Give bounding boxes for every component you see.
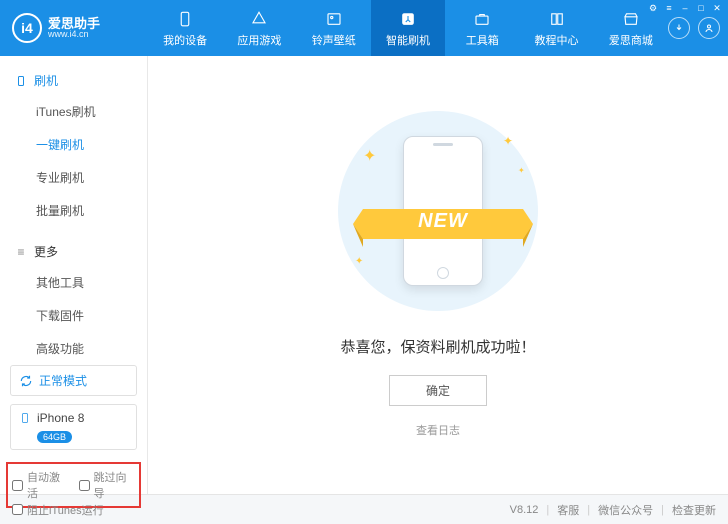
brand-url: www.i4.cn	[48, 30, 100, 39]
toolbox-icon	[472, 9, 492, 29]
lines-icon: ≡	[14, 245, 28, 259]
nav-label: 工具箱	[466, 32, 499, 48]
sidebar: 刷机 iTunes刷机 一键刷机 专业刷机 批量刷机 ≡ 更多 其他工具 下载固…	[0, 56, 148, 494]
nav-label: 智能刷机	[386, 32, 430, 48]
device-phone-icon	[19, 411, 31, 425]
book-icon	[547, 9, 567, 29]
check-label: 跳过向导	[94, 469, 136, 501]
logo-icon: i4	[12, 13, 42, 43]
nav-label: 我的设备	[163, 32, 207, 48]
nav-ringtones[interactable]: 铃声壁纸	[297, 0, 371, 56]
nav-toolbox[interactable]: 工具箱	[445, 0, 519, 56]
wechat-link[interactable]: 微信公众号	[598, 502, 653, 518]
sidebar-item-advanced[interactable]: 高级功能	[0, 332, 147, 365]
sidebar-section-label: 刷机	[34, 72, 58, 89]
mode-indicator[interactable]: 正常模式	[10, 365, 137, 396]
nav-apps[interactable]: 应用游戏	[222, 0, 296, 56]
support-link[interactable]: 客服	[557, 502, 579, 518]
nav-label: 教程中心	[535, 32, 579, 48]
nav-label: 应用游戏	[237, 32, 281, 48]
phone-icon	[175, 9, 195, 29]
nav-label: 爱思商城	[609, 32, 653, 48]
user-icon[interactable]	[698, 17, 720, 39]
ribbon-text: NEW	[353, 210, 533, 233]
maximize-icon[interactable]: □	[696, 3, 706, 13]
block-itunes-checkbox[interactable]: 阻止iTunes运行	[12, 502, 104, 518]
device-name: iPhone 8	[37, 411, 84, 425]
logo-area: i4 爱思助手 www.i4.cn	[0, 13, 148, 43]
store-icon	[621, 9, 641, 29]
sidebar-item-oneclick-flash[interactable]: 一键刷机	[0, 128, 147, 161]
sidebar-item-download-firmware[interactable]: 下载固件	[0, 299, 147, 332]
sidebar-item-other-tools[interactable]: 其他工具	[0, 266, 147, 299]
sidebar-item-batch-flash[interactable]: 批量刷机	[0, 194, 147, 227]
auto-activate-checkbox[interactable]: 自动激活	[12, 469, 69, 501]
flash-icon	[398, 9, 418, 29]
mode-label: 正常模式	[39, 372, 87, 389]
check-label: 阻止iTunes运行	[27, 502, 104, 518]
header: i4 爱思助手 www.i4.cn 我的设备 应用游戏 铃声壁纸 智能刷机 工具…	[0, 0, 728, 56]
apps-icon	[249, 9, 269, 29]
sidebar-section-label: 更多	[34, 243, 58, 260]
update-link[interactable]: 检查更新	[672, 502, 716, 518]
ok-button[interactable]: 确定	[389, 375, 487, 406]
download-icon[interactable]	[668, 17, 690, 39]
content: ✦ ✦ ✦ ✦ NEW 恭喜您，保资料刷机成功啦！ 确定 查看日志	[148, 56, 728, 494]
check-label: 自动激活	[27, 469, 69, 501]
phone-outline-icon	[14, 74, 28, 88]
nav-my-device[interactable]: 我的设备	[148, 0, 222, 56]
sidebar-section-more[interactable]: ≡ 更多	[0, 237, 147, 266]
nav-tutorials[interactable]: 教程中心	[519, 0, 593, 56]
minimize-icon[interactable]: –	[680, 3, 690, 13]
skip-guide-checkbox[interactable]: 跳过向导	[79, 469, 136, 501]
image-icon	[324, 9, 344, 29]
sidebar-item-itunes-flash[interactable]: iTunes刷机	[0, 95, 147, 128]
nav-label: 铃声壁纸	[312, 32, 356, 48]
view-log-link[interactable]: 查看日志	[416, 422, 460, 438]
success-message: 恭喜您，保资料刷机成功啦！	[340, 336, 535, 357]
nav: 我的设备 应用游戏 铃声壁纸 智能刷机 工具箱 教程中心 爱思商城	[148, 0, 668, 56]
nav-flash[interactable]: 智能刷机	[371, 0, 445, 56]
sidebar-section-flash[interactable]: 刷机	[0, 66, 147, 95]
success-illustration: ✦ ✦ ✦ ✦ NEW	[333, 106, 543, 316]
storage-badge: 64GB	[37, 431, 72, 443]
nav-store[interactable]: 爱思商城	[594, 0, 668, 56]
close-icon[interactable]: ✕	[712, 3, 722, 13]
refresh-icon	[19, 374, 33, 388]
device-box[interactable]: iPhone 8 64GB	[10, 404, 137, 450]
sidebar-item-pro-flash[interactable]: 专业刷机	[0, 161, 147, 194]
version-label: V8.12	[510, 504, 539, 516]
